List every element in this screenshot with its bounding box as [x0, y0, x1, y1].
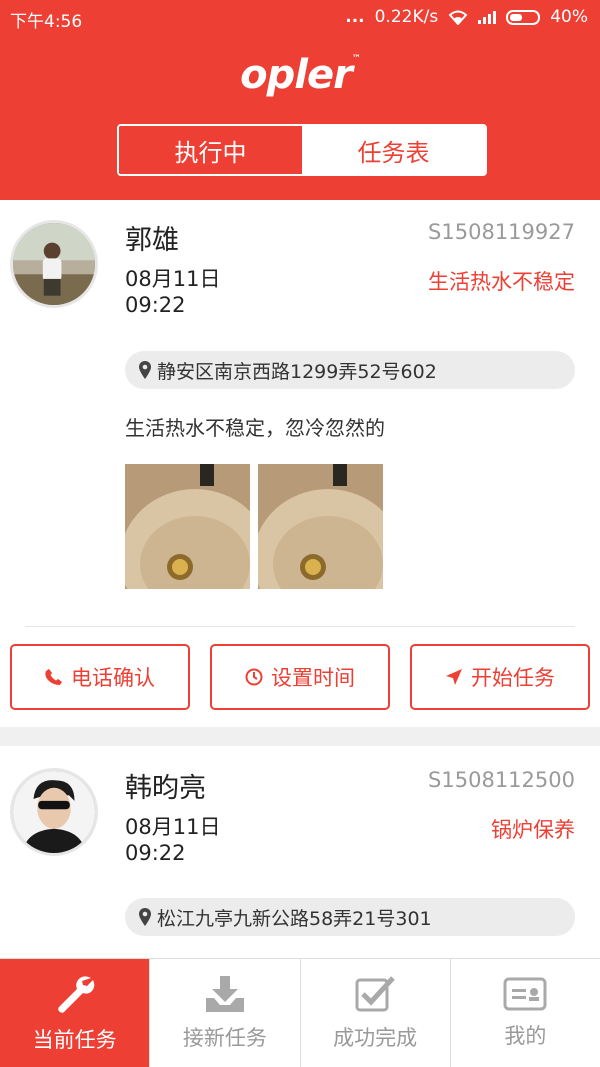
status-time: 下午4:56	[10, 12, 83, 32]
address-text: 松江九亭九新公路58弄21号301	[157, 907, 432, 930]
wifi-icon	[448, 10, 468, 25]
network-speed: 0.22K/s	[374, 7, 439, 27]
task-card: 郭雄 S1508119927 08月11日 09:22 生活热水不稳定 静安区南…	[0, 200, 600, 727]
phone-icon	[45, 669, 62, 685]
notification-dots: ...	[345, 7, 365, 27]
call-confirm-button[interactable]: 电话确认	[10, 644, 190, 710]
avatar	[10, 768, 98, 856]
customer-name: 郭雄	[125, 225, 179, 256]
order-id: S1508112500	[428, 768, 575, 792]
signal-icon	[478, 10, 497, 24]
address-pill[interactable]: 松江九亭九新公路58弄21号301	[125, 898, 575, 936]
segmented-control: 执行中 任务表	[117, 124, 487, 176]
id-card-icon	[503, 977, 547, 1011]
task-list: 郭雄 S1508119927 08月11日 09:22 生活热水不稳定 静安区南…	[0, 200, 600, 958]
tab-mine[interactable]: 我的	[449, 959, 600, 1067]
avatar	[10, 220, 98, 308]
battery-icon	[506, 9, 541, 25]
set-time-button[interactable]: 设置时间	[210, 644, 390, 710]
address-pill[interactable]: 静安区南京西路1299弄52号602	[125, 351, 575, 389]
tab-completed[interactable]: 成功完成	[299, 959, 450, 1067]
navigation-arrow-icon	[446, 669, 462, 685]
wrench-icon	[57, 976, 94, 1013]
task-date: 08月11日 09:22	[125, 266, 220, 318]
opler-logo: opler™	[240, 52, 361, 98]
task-time: 09:22	[125, 293, 186, 317]
download-icon	[205, 976, 244, 1012]
bottom-tab-bar: 当前任务 接新任务 成功完成 我的	[0, 958, 600, 1067]
order-id: S1508119927	[428, 220, 575, 244]
tab-new-tasks[interactable]: 接新任务	[149, 959, 299, 1067]
divider	[25, 626, 575, 627]
app-header: opler™ 执行中 任务表	[0, 34, 600, 200]
task-date: 08月11日 09:22	[125, 814, 220, 866]
issue-type: 锅炉保养	[491, 818, 575, 842]
clock-icon	[245, 668, 263, 686]
tab-in-progress[interactable]: 执行中	[119, 126, 302, 174]
issue-type: 生活热水不稳定	[428, 270, 575, 294]
battery-level: 40%	[550, 7, 588, 27]
status-right: ... 0.22K/s 40%	[345, 7, 588, 27]
task-photo[interactable]	[125, 464, 250, 589]
location-pin-icon	[139, 361, 151, 379]
checkbox-icon	[355, 976, 395, 1012]
location-pin-icon	[139, 908, 151, 926]
task-day: 08月11日	[125, 815, 221, 839]
tab-task-list[interactable]: 任务表	[302, 126, 485, 174]
address-text: 静安区南京西路1299弄52号602	[157, 360, 437, 383]
task-time: 09:22	[125, 841, 186, 865]
task-photo[interactable]	[258, 464, 383, 589]
status-bar: 下午4:56 ... 0.22K/s 40%	[0, 0, 600, 34]
tab-current-tasks[interactable]: 当前任务	[0, 959, 150, 1067]
start-task-button[interactable]: 开始任务	[410, 644, 590, 710]
task-card: 韩昀亮 S1508112500 08月11日 09:22 锅炉保养 松江九亭九新…	[0, 746, 600, 958]
task-description: 生活热水不稳定，忽冷忽然的	[125, 416, 385, 440]
task-day: 08月11日	[125, 267, 221, 291]
customer-name: 韩昀亮	[125, 773, 206, 804]
